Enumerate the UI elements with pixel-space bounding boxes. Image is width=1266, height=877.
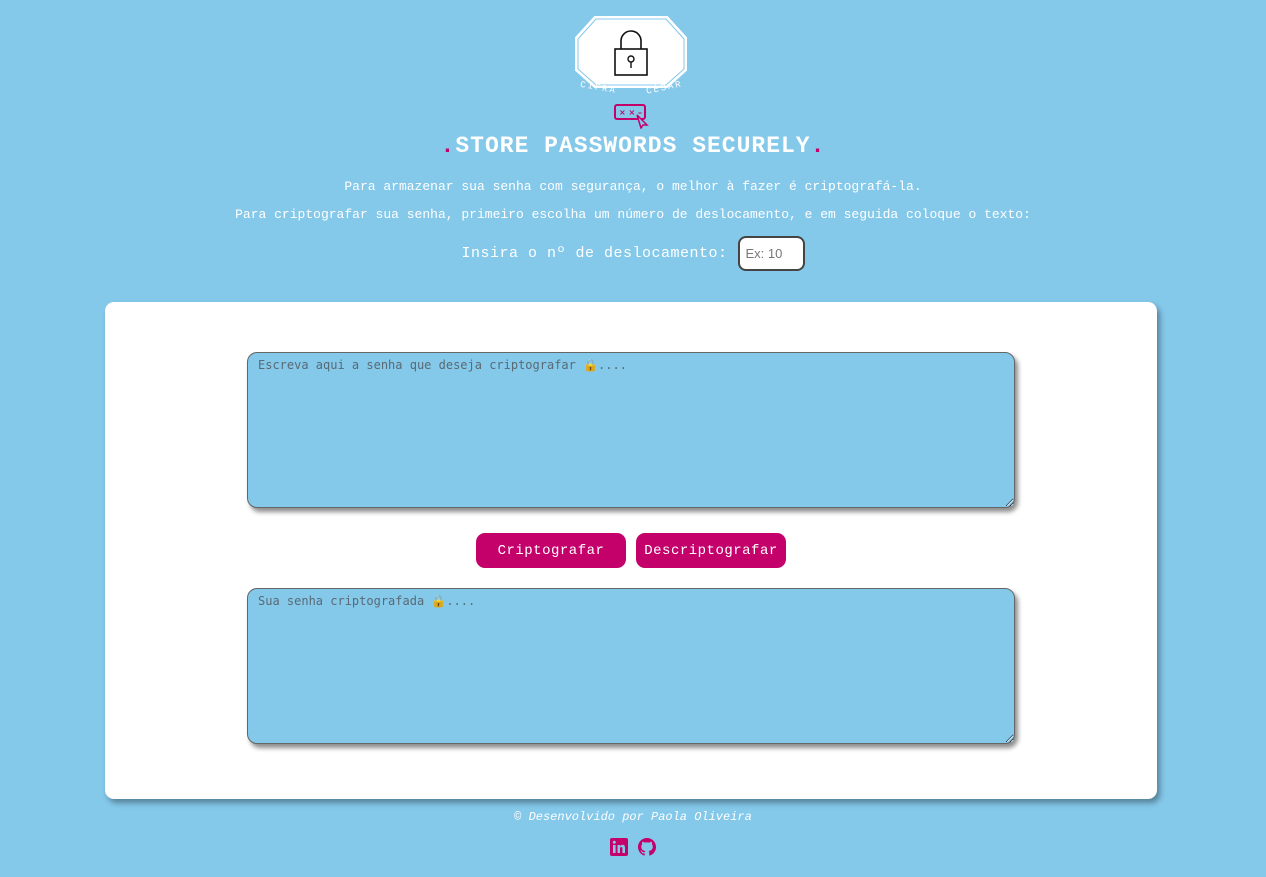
shift-row: Insira o nº de deslocamento: <box>0 236 1266 271</box>
password-input[interactable] <box>247 352 1015 508</box>
intro-line-1: Para armazenar sua senha com segurança, … <box>344 179 922 194</box>
shift-input[interactable] <box>737 236 805 271</box>
page-title: .STORE PASSWORDS SECURELY. <box>0 133 1266 159</box>
title-text: STORE PASSWORDS SECURELY <box>455 133 811 159</box>
encrypted-output[interactable] <box>247 588 1015 744</box>
password-cursor-icon: × × – <box>613 103 651 130</box>
linkedin-icon[interactable] <box>610 837 628 857</box>
cipher-card: Criptografar Descriptografar <box>105 302 1157 799</box>
page: CIFRA CÉSAR × × – .STORE PASSWORDS SECUR… <box>0 0 1266 877</box>
github-icon[interactable] <box>638 837 656 857</box>
shift-label: Insira o nº de deslocamento: <box>461 245 728 262</box>
footer-credit: © Desenvolvido por Paola Oliveira <box>514 810 752 824</box>
decrypt-button[interactable]: Descriptografar <box>636 533 786 568</box>
intro-line-2: Para criptografar sua senha, primeiro es… <box>235 207 1031 222</box>
title-dot-left: . <box>440 133 456 159</box>
encrypt-button[interactable]: Criptografar <box>476 533 626 568</box>
title-dot-right: . <box>810 133 826 159</box>
social-links <box>0 837 1266 857</box>
logo: CIFRA CÉSAR <box>572 13 690 99</box>
